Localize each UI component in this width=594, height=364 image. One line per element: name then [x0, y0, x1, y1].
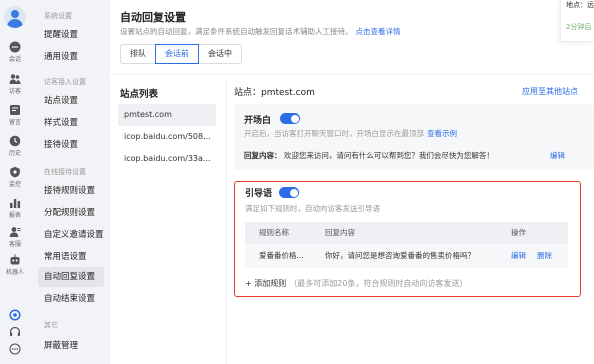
column-header: 规则名称	[259, 228, 289, 237]
page-title: 自动回复设置	[120, 11, 186, 24]
opening-desc-text: 开启后，当访客打开聊天窗口时，开场白显示在最顶部	[244, 129, 424, 138]
rail-item-visitors[interactable]: 访客	[0, 73, 30, 95]
agent-icon	[9, 227, 21, 237]
visitors-icon	[9, 74, 21, 84]
monitor-icon	[10, 166, 20, 178]
rail-label: 会话	[8, 56, 21, 63]
more-icon	[9, 343, 21, 355]
edit-rule-button[interactable]: 编辑	[511, 244, 526, 268]
opening-reply: 回复内容： 欢迎您来访问，请问有什么可以帮到您？我们会尽快为您解答！	[244, 150, 494, 161]
reply-label: 回复内容：	[244, 151, 282, 160]
tab-before-session[interactable]: 会话前	[155, 44, 199, 64]
sidebar-item-custom-invite[interactable]: 自定义邀请设置	[38, 225, 104, 245]
site-name: pmtest.com	[261, 88, 315, 98]
gear-icon	[9, 309, 21, 321]
opening-desc: 开启后，当访客打开聊天窗口时，开场白显示在最顶部 查看示例	[244, 128, 457, 139]
rail-label: 留言	[8, 119, 21, 126]
rail-label: 监控	[8, 181, 21, 188]
tab-bar: 排队 会话前 会话中	[120, 44, 242, 64]
apply-to-other-sites-link[interactable]: 应用至其他站点	[522, 86, 578, 97]
main-panel: 自动回复设置 设置站点的自动回复，满足条件系统自动触发回复话术辅助人工接待。 点击…	[110, 0, 594, 364]
opening-title: 开场白	[244, 116, 272, 126]
icon-rail: 会话 访客 留言 历史 监控 报表 客服 机器人	[0, 0, 30, 364]
sidebar-item-general[interactable]: 通用设置	[38, 47, 104, 67]
popup-time: 2分钟后	[566, 23, 592, 31]
station-item[interactable]: pmtest.com	[118, 104, 216, 126]
tab-in-session[interactable]: 会话中	[198, 44, 242, 64]
station-item[interactable]: icop.baidu.com/33a...	[118, 148, 216, 170]
sidebar-item-style[interactable]: 样式设置	[38, 113, 104, 133]
sidebar-item-reminder[interactable]: 提醒设置	[38, 25, 104, 45]
opening-card: 开场白 开启后，当访客打开聊天窗口时，开场白显示在最顶部 查看示例 回复内容： 欢…	[234, 104, 594, 170]
station-list-title: 站点列表	[120, 89, 159, 100]
settings-sidebar: 系统设置 提醒设置 通用设置 访客接入设置 站点设置 样式设置 接待设置 在线接…	[30, 0, 110, 364]
sidebar-group-label: 系统设置	[44, 12, 72, 20]
sidebar-item-reception-rules[interactable]: 接待规则设置	[38, 181, 104, 201]
rail-settings[interactable]	[0, 309, 30, 321]
divider	[110, 74, 594, 75]
add-rule-button[interactable]: + 添加规则	[245, 279, 286, 288]
subtitle-text: 设置站点的自动回复，满足条件系统自动触发回复话术辅助人工接待。	[120, 27, 353, 36]
guide-card: 引导语 满足如下规则时，自动向访客发送引导语 规则名称 回复内容 操作 爱番番价…	[234, 181, 581, 297]
site-label: 站点：pmtest.com	[234, 85, 315, 98]
tab-queue[interactable]: 排队	[120, 44, 156, 64]
rules-table: 规则名称 回复内容 操作 爱番番价格... 你好，请问您是想咨询爱番番的售卖价格…	[245, 222, 568, 268]
detail-link[interactable]: 点击查看详情	[356, 27, 401, 36]
app-window: 会话 访客 留言 历史 监控 报表 客服 机器人 系统设置 提醒设置 通用设置 …	[0, 0, 594, 364]
robot-icon	[10, 254, 20, 265]
rail-label: 客服	[8, 241, 21, 248]
view-example-link[interactable]: 查看示例	[427, 129, 457, 138]
station-item[interactable]: icop.baidu.com/508...	[118, 126, 216, 148]
rule-name: 爱番番价格...	[259, 251, 304, 260]
reply-text: 欢迎您来访问，请问有什么可以帮到您？我们会尽快为您解答！	[283, 151, 494, 160]
rail-item-chat[interactable]: 会话	[0, 41, 30, 63]
visitor-popup[interactable]: 地点：远 2分钟后	[560, 0, 594, 42]
sidebar-group-label: 其它	[44, 321, 58, 329]
history-icon	[9, 135, 21, 147]
sidebar-item-auto-end[interactable]: 自动结束设置	[38, 289, 104, 309]
avatar[interactable]	[4, 6, 26, 28]
sidebar-item-assign-rules[interactable]: 分配规则设置	[38, 203, 104, 223]
chat-icon	[9, 41, 21, 53]
opening-toggle[interactable]	[280, 113, 300, 124]
sidebar-item-block[interactable]: 屏蔽管理	[38, 336, 104, 356]
rail-help[interactable]	[0, 326, 30, 338]
delete-rule-button[interactable]: 删除	[537, 244, 552, 268]
opening-edit-button[interactable]: 编辑	[550, 150, 565, 161]
headset-icon	[9, 326, 21, 336]
rail-item-history[interactable]: 历史	[0, 135, 30, 157]
divider	[226, 80, 227, 364]
rail-label: 报表	[8, 212, 21, 219]
sidebar-item-reception[interactable]: 接待设置	[38, 135, 104, 155]
column-header: 操作	[511, 228, 526, 237]
table-row: 爱番番价格... 你好，请问您是想咨询爱番番的售卖价格吗？ 编辑 删除	[245, 244, 568, 268]
rail-more[interactable]	[0, 343, 30, 355]
rail-item-report[interactable]: 报表	[0, 197, 30, 219]
message-icon	[10, 105, 20, 115]
rail-item-message[interactable]: 留言	[0, 104, 30, 126]
sidebar-item-site[interactable]: 站点设置	[38, 91, 104, 111]
rail-item-monitor[interactable]: 监控	[0, 166, 30, 188]
page-subtitle: 设置站点的自动回复，满足条件系统自动触发回复话术辅助人工接待。 点击查看详情	[120, 26, 401, 37]
rail-label: 机器人	[5, 269, 24, 276]
column-header: 回复内容	[325, 228, 355, 237]
rail-item-robot[interactable]: 机器人	[0, 254, 30, 276]
sidebar-group-label: 在线接待设置	[44, 168, 86, 176]
add-rule-hint: （最多可添加20条，符合规则时自动向访客发送）	[289, 279, 468, 288]
sidebar-group-label: 访客接入设置	[44, 78, 86, 86]
popup-location: 地点：远	[566, 1, 594, 9]
site-label-prefix: 站点：	[234, 88, 262, 98]
rule-reply: 你好，请问您是想咨询爱番番的售卖价格吗？	[325, 251, 475, 260]
rail-label: 访客	[8, 88, 21, 95]
table-header: 规则名称 回复内容 操作	[245, 222, 568, 244]
sidebar-item-common-phrases[interactable]: 常用语设置	[38, 247, 104, 267]
rail-item-agent[interactable]: 客服	[0, 226, 30, 248]
report-icon	[10, 199, 21, 208]
sidebar-item-auto-reply[interactable]: 自动回复设置	[38, 267, 104, 287]
add-rule: + 添加规则 （最多可添加20条，符合规则时自动向访客发送）	[245, 278, 467, 289]
guide-toggle[interactable]	[279, 187, 299, 198]
rail-label: 历史	[8, 150, 21, 157]
guide-desc: 满足如下规则时，自动向访客发送引导语	[245, 204, 380, 213]
guide-title: 引导语	[245, 189, 273, 199]
